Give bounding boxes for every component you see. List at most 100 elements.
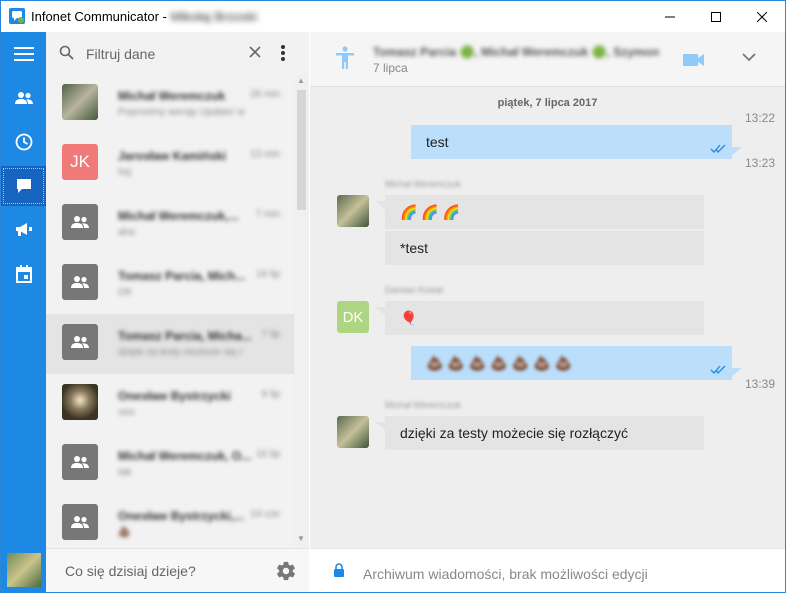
history-icon [15, 133, 32, 151]
conversation-list: Michał Weremczuk 28 min Poprosimy wersję… [46, 74, 294, 548]
conversation-time: 7 min [255, 209, 280, 220]
window-title-user: Mikołaj Brzoski [170, 9, 258, 24]
sender-name: Damian Kowal [385, 285, 444, 295]
conversation-name: Michał Weremczuk, O... [118, 449, 252, 463]
status-bar: Co się dzisiaj dzieje? [46, 548, 309, 592]
nav-announcements[interactable] [1, 210, 46, 250]
conversation-preview: Poprosimy wersję Update/ w [118, 107, 245, 118]
group-icon [71, 216, 89, 228]
conversation-item[interactable]: Michał Weremczuk, O... 16 lip tak [46, 434, 294, 494]
conversation-preview: OK [118, 287, 133, 298]
message-outgoing[interactable]: 💩💩💩💩💩💩💩 [411, 346, 742, 380]
conversation-name: Michał Weremczuk [118, 89, 226, 103]
nav-calendar[interactable] [1, 254, 46, 294]
conversation-name: Onesław Bystrzycki,... [118, 509, 245, 523]
message-time: 13:22 [745, 111, 776, 125]
message-incoming[interactable]: dzięki za testy możecie się rozłączyć [375, 416, 704, 450]
minimize-button[interactable] [647, 1, 693, 32]
nav-chats[interactable] [1, 166, 46, 206]
conversation-name: Jarosław Kamiński [118, 149, 227, 163]
group-icon [71, 516, 89, 528]
nav-contacts[interactable] [1, 78, 46, 118]
video-icon[interactable] [683, 53, 705, 67]
more-vert-icon[interactable] [280, 44, 286, 62]
conversation-name: Onesław Bystrzycki [118, 389, 231, 403]
conversation-panel: Michał Weremczuk 28 min Poprosimy wersję… [46, 32, 309, 592]
conversation-name: Michał Weremczuk,... [118, 209, 239, 223]
close-window-button[interactable] [739, 1, 785, 32]
nav-history[interactable] [1, 122, 46, 162]
app-logo-icon [9, 8, 25, 24]
contacts-icon [14, 92, 33, 104]
conversation-item[interactable]: Michał Weremczuk 28 min Poprosimy wersję… [46, 74, 294, 134]
conversation-preview: hej [118, 167, 132, 178]
avatar: DK [337, 301, 369, 333]
clear-search-icon[interactable] [249, 46, 261, 58]
search-input[interactable] [86, 44, 236, 64]
group-avatar [62, 264, 98, 300]
conversation-name: Tomasz Parcia, Mich... [118, 269, 246, 283]
conversation-name: Tomasz Parcia, Micha... [118, 329, 252, 343]
close-icon [757, 11, 767, 22]
message-time: 13:39 [745, 377, 776, 391]
sender-name: Michał Weremczuk [385, 179, 461, 189]
group-avatar [62, 444, 98, 480]
menu-icon [13, 47, 34, 61]
conversation-time: 16 lip [256, 449, 280, 460]
avatar: JK [62, 144, 98, 180]
window-title-app: Infonet Communicator - [31, 9, 171, 24]
message-text: dzięki za testy możecie się rozłączyć [400, 425, 628, 441]
menu-button[interactable] [1, 34, 46, 74]
scroll-thumb[interactable] [297, 90, 306, 210]
conversation-preview: 💩 [118, 527, 131, 538]
conversation-scrollbar[interactable]: ▲ ▼ [294, 74, 309, 548]
conversation-preview: tak [118, 467, 132, 478]
avatar [62, 84, 98, 120]
message-text: 🌈 🌈 🌈 [400, 203, 461, 220]
title-bar: Infonet Communicator - Mikołaj Brzoski [1, 1, 785, 32]
conversation-item-selected[interactable]: Tomasz Parcia, Micha... 7 lip dzięki za … [46, 314, 294, 374]
conversation-item[interactable]: JK Jarosław Kamiński 13 min hej [46, 134, 294, 194]
day-separator: piątek, 7 lipca 2017 [497, 97, 598, 109]
maximize-icon [711, 11, 721, 22]
person-icon [336, 46, 354, 69]
chat-participants: Tomasz Parcia 🟢, Michał Weremczuk 🟢, Szy… [373, 45, 660, 59]
read-receipt-icon [710, 144, 726, 153]
scroll-down-icon[interactable]: ▼ [297, 534, 305, 543]
megaphone-icon [15, 223, 32, 236]
conversation-time: 9 lip [261, 389, 280, 400]
message-list: piątek, 7 lipca 2017 13:22 test 13:23 Mi… [310, 87, 785, 548]
status-input[interactable]: Co się dzisiaj dzieje? [65, 563, 196, 579]
minimize-icon [665, 16, 675, 17]
settings-icon[interactable] [275, 560, 297, 582]
message-incoming[interactable]: 🎈 [375, 301, 704, 335]
message-text: 🎈 [400, 309, 418, 326]
chat-footer: Archiwum wiadomości, brak możliwości edy… [310, 548, 785, 592]
group-avatar [62, 504, 98, 540]
scroll-up-icon[interactable]: ▲ [297, 76, 305, 85]
message-incoming[interactable]: 🌈 🌈 🌈 [375, 195, 704, 229]
group-avatar [62, 204, 98, 240]
read-receipt-icon [710, 365, 726, 374]
message-text: test [426, 134, 449, 150]
group-icon [71, 276, 89, 288]
message-outgoing[interactable]: test [411, 125, 742, 159]
search-bar [46, 32, 309, 74]
group-icon [71, 336, 89, 348]
conversation-item[interactable]: Michał Weremczuk,... 7 min aha [46, 194, 294, 254]
maximize-button[interactable] [693, 1, 739, 32]
my-avatar[interactable] [7, 553, 41, 587]
conversation-item[interactable]: Onesław Bystrzycki,... 24 cze 💩 [46, 494, 294, 548]
chat-header: Tomasz Parcia 🟢, Michał Weremczuk 🟢, Szy… [310, 32, 785, 87]
conversation-preview: ooo [118, 407, 135, 418]
chat-icon [16, 179, 31, 193]
calendar-icon [15, 265, 32, 283]
conversation-item[interactable]: Tomasz Parcia, Mich... 19 lip OK [46, 254, 294, 314]
chevron-down-icon[interactable] [742, 53, 756, 62]
avatar [337, 195, 369, 227]
conversation-item[interactable]: Onesław Bystrzycki 9 lip ooo [46, 374, 294, 434]
chat-area: Tomasz Parcia 🟢, Michał Weremczuk 🟢, Szy… [310, 32, 785, 592]
message-incoming[interactable]: *test [385, 231, 704, 265]
message-text: 💩💩💩💩💩💩💩 [426, 354, 577, 371]
message-time: 13:23 [745, 156, 776, 170]
